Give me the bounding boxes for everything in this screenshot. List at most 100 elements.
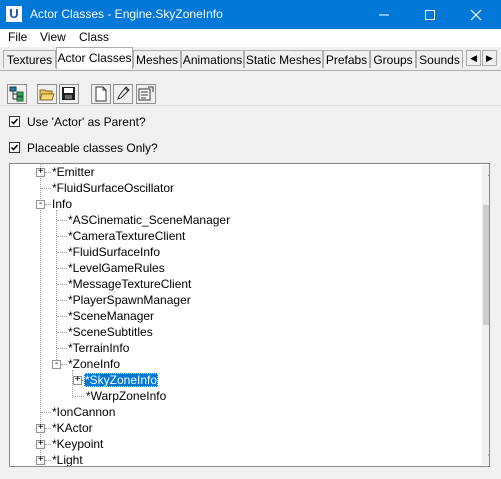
tree-item-skyzoneinfo[interactable]: + *SkyZoneInfo (10, 372, 473, 388)
tree-view-button[interactable] (7, 84, 27, 104)
tree-label-selected[interactable]: *SkyZoneInfo (84, 373, 159, 387)
tree-item-messagetextureclient[interactable]: *MessageTextureClient (10, 276, 473, 292)
tree-connector (57, 300, 67, 301)
toolbar (0, 71, 501, 106)
scroll-up-button[interactable]: ▲ (482, 165, 489, 182)
tree-label[interactable]: *Keypoint (51, 437, 104, 451)
tree-item-light[interactable]: + *Light (10, 452, 473, 466)
tab-meshes[interactable]: Meshes (133, 50, 181, 68)
collapse-icon[interactable]: - (36, 199, 45, 209)
tab-scroll-left-button[interactable]: ◀ (466, 50, 481, 66)
tab-actor-classes[interactable]: Actor Classes (56, 47, 133, 69)
tree-connector (41, 188, 51, 189)
tree-connector (57, 348, 67, 349)
collapse-icon[interactable]: - (52, 359, 61, 369)
tab-scroll-right-button[interactable]: ▶ (482, 50, 497, 66)
tree-item-cameratextureclient[interactable]: *CameraTextureClient (10, 228, 473, 244)
minimize-button[interactable] (361, 0, 407, 29)
tree-item-ioncannon[interactable]: *IonCannon (10, 404, 473, 420)
title-bar[interactable]: U Actor Classes - Engine.SkyZoneInfo (0, 0, 501, 29)
save-disk-icon (62, 87, 75, 100)
close-button[interactable] (453, 0, 499, 29)
save-button[interactable] (59, 84, 79, 104)
tree-connector (57, 316, 67, 317)
close-icon (470, 9, 482, 21)
expand-icon[interactable]: + (36, 167, 45, 177)
tree-label[interactable]: *Light (51, 453, 84, 466)
tab-groups[interactable]: Groups (370, 50, 416, 68)
expand-icon[interactable]: + (36, 455, 45, 465)
tab-textures[interactable]: Textures (3, 50, 56, 68)
tree-label[interactable]: *ZoneInfo (67, 357, 121, 371)
expand-icon[interactable]: + (36, 439, 45, 449)
tree-connector (57, 220, 67, 221)
edit-button[interactable] (113, 84, 133, 104)
use-actor-parent-label: Use 'Actor' as Parent? (27, 115, 146, 129)
tree-item-warpzoneinfo[interactable]: *WarpZoneInfo (10, 388, 473, 404)
tree-label[interactable]: *Emitter (51, 165, 96, 179)
tree-item-levelgamerules[interactable]: *LevelGameRules (10, 260, 473, 276)
tree-label[interactable]: *SceneSubtitles (67, 325, 154, 339)
tree-item-terraininfo[interactable]: *TerrainInfo (10, 340, 473, 356)
placeable-only-checkbox[interactable] (9, 142, 20, 153)
tree-connector (73, 396, 84, 397)
tree-label[interactable]: *SceneManager (67, 309, 155, 323)
tree-label[interactable]: *FluidSurfaceOscillator (51, 181, 175, 195)
tab-prefabs[interactable]: Prefabs (323, 50, 370, 68)
edit-pencil-icon (117, 86, 130, 100)
tree-item-fluidsurfaceoscillator[interactable]: *FluidSurfaceOscillator (10, 180, 473, 196)
properties-icon (138, 86, 154, 101)
window-title: Actor Classes - Engine.SkyZoneInfo (30, 7, 223, 21)
tab-animations[interactable]: Animations (181, 50, 244, 68)
tab-sounds[interactable]: Sounds (416, 50, 463, 68)
tree-label[interactable]: *ASCinematic_SceneManager (67, 213, 231, 227)
tree-connector (41, 412, 51, 413)
tree-item-zoneinfo[interactable]: - *ZoneInfo (10, 356, 473, 372)
tree-item-scenesubtitles[interactable]: *SceneSubtitles (10, 324, 473, 340)
tree-label[interactable]: *KActor (51, 421, 94, 435)
menu-bar: File View Class (0, 29, 501, 47)
tree-connector (57, 332, 67, 333)
scroll-down-button[interactable]: ▼ (482, 448, 489, 465)
tree-scrollbar[interactable]: ▲ ▼ (482, 165, 489, 465)
scroll-thumb[interactable] (483, 205, 489, 325)
class-tree[interactable]: + *Emitter *FluidSurfaceOscillator - Inf… (9, 163, 490, 467)
tree-label[interactable]: *MessageTextureClient (67, 277, 192, 291)
tree-connector (57, 284, 67, 285)
tree-connector (57, 252, 67, 253)
tree-connector (57, 236, 67, 237)
tree-connector (57, 268, 67, 269)
tree-label[interactable]: *LevelGameRules (67, 261, 166, 275)
tree-item-info[interactable]: - Info (10, 196, 473, 212)
tree-label[interactable]: *WarpZoneInfo (85, 389, 167, 403)
tree-item-keypoint[interactable]: + *Keypoint (10, 436, 473, 452)
tree-label[interactable]: Info (51, 197, 73, 211)
unreal-app-icon: U (6, 6, 22, 22)
expand-icon[interactable]: + (73, 375, 82, 385)
new-button[interactable] (91, 84, 111, 104)
tab-strip: Textures Actor Classes Meshes Animations… (0, 47, 501, 71)
tab-static-meshes[interactable]: Static Meshes (244, 50, 323, 68)
expand-icon[interactable]: + (36, 423, 45, 433)
tree-label[interactable]: *PlayerSpawnManager (67, 293, 192, 307)
tree-label[interactable]: *IonCannon (51, 405, 116, 419)
tree-label[interactable]: *CameraTextureClient (67, 229, 186, 243)
properties-button[interactable] (136, 84, 156, 104)
maximize-button[interactable] (407, 0, 453, 29)
tree-label[interactable]: *TerrainInfo (67, 341, 130, 355)
tree-item-playerspawnmanager[interactable]: *PlayerSpawnManager (10, 292, 473, 308)
tree-item-scenemanager[interactable]: *SceneManager (10, 308, 473, 324)
open-button[interactable] (37, 84, 57, 104)
menu-file[interactable]: File (8, 30, 27, 45)
tree-item-kactor[interactable]: + *KActor (10, 420, 473, 436)
tree-label[interactable]: *FluidSurfaceInfo (67, 245, 161, 259)
use-actor-parent-checkbox[interactable] (9, 116, 20, 127)
tree-item-fluidsurfaceinfo[interactable]: *FluidSurfaceInfo (10, 244, 473, 260)
tree-item-emitter[interactable]: + *Emitter (10, 164, 473, 180)
menu-class[interactable]: Class (79, 30, 109, 45)
menu-view[interactable]: View (40, 30, 66, 45)
tree-item-ascinematic-scenemanager[interactable]: *ASCinematic_SceneManager (10, 212, 473, 228)
tree-view-icon (9, 86, 24, 102)
maximize-icon (425, 10, 435, 20)
new-document-icon (95, 86, 107, 102)
